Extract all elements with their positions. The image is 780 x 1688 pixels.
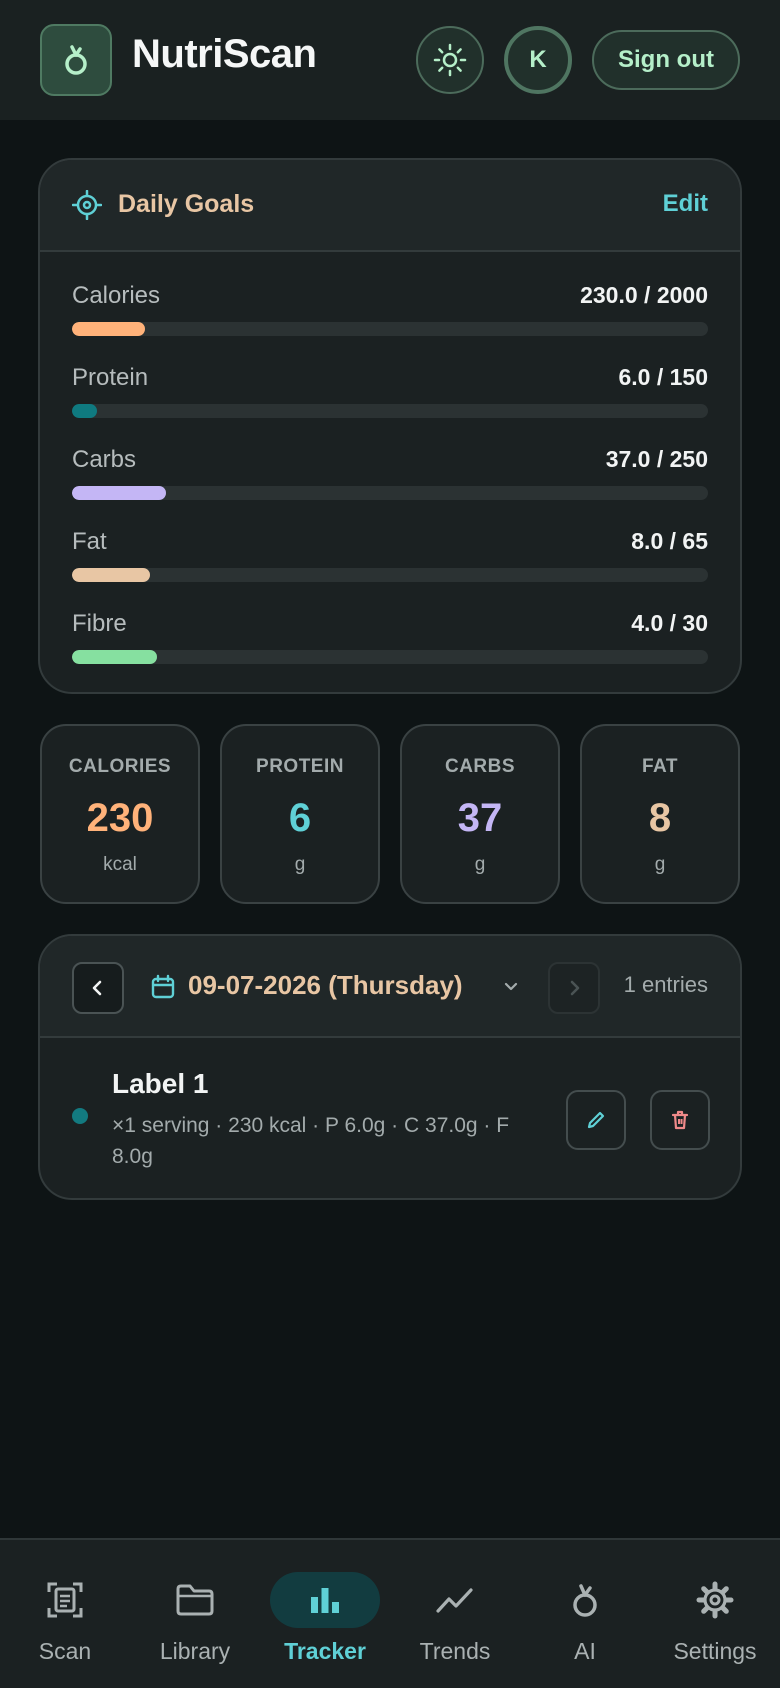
goal-progress-track — [72, 568, 708, 582]
theme-toggle-button[interactable] — [416, 26, 484, 94]
goal-progress-track — [72, 650, 708, 664]
delete-entry-button[interactable] — [650, 1090, 710, 1150]
goal-value: 6.0 / 150 — [618, 364, 708, 390]
goal-row-protein: Protein 6.0 / 150 — [72, 364, 708, 424]
date-navigator: 09-07-2026 (Thursday) 1 entries — [40, 936, 740, 1038]
stat-value: 230 — [86, 796, 154, 840]
edit-entry-button[interactable] — [566, 1090, 626, 1150]
entries-count: 1 entries — [623, 972, 708, 997]
goal-label: Calories — [72, 282, 161, 309]
stat-label: CALORIES — [68, 756, 172, 777]
nav-label: Trends — [419, 1638, 491, 1664]
entry-details: ×1 serving · 230 kcal · P 6.0g · C 37.0g… — [112, 1114, 510, 1168]
stat-protein: PROTEIN 6 g — [220, 724, 380, 904]
daily-goals-card: Daily Goals Edit Calories 230.0 / 2000 P… — [38, 158, 742, 694]
sun-icon — [433, 43, 467, 77]
goal-progress-track — [72, 322, 708, 336]
goal-value: 37.0 / 250 — [605, 446, 708, 472]
goal-progress-fill — [72, 568, 151, 582]
nav-label: Tracker — [284, 1638, 366, 1664]
goal-row-fibre: Fibre 4.0 / 30 — [72, 610, 708, 670]
log-entry: Label 1 ×1 serving · 230 kcal · P 6.0g ·… — [40, 1038, 740, 1198]
stat-unit: kcal — [103, 854, 137, 875]
entry-status-dot — [72, 1108, 88, 1124]
calendar-icon — [151, 974, 175, 999]
nav-label: AI — [574, 1638, 596, 1664]
goal-row-carbs: Carbs 37.0 / 250 — [72, 446, 708, 506]
nav-scan[interactable]: Scan — [0, 1540, 130, 1688]
chevron-left-icon — [92, 980, 102, 996]
stat-value: 37 — [457, 796, 503, 840]
apple-icon — [65, 45, 87, 75]
daily-goals-header: Daily Goals Edit — [40, 160, 740, 252]
previous-day-button[interactable] — [72, 962, 124, 1014]
folder-icon — [176, 1584, 214, 1616]
goal-value: 8.0 / 65 — [631, 528, 708, 554]
app-root: NutriScan K Sign out Daily Goals Edit Ca… — [0, 0, 780, 1688]
nav-label: Settings — [673, 1638, 757, 1664]
stat-label: FAT — [642, 756, 678, 777]
stat-unit: g — [474, 854, 486, 875]
goal-value: 4.0 / 30 — [631, 610, 708, 636]
nav-tracker[interactable]: Tracker — [260, 1540, 390, 1688]
stat-label: PROTEIN — [256, 756, 344, 777]
goal-label: Fat — [72, 528, 107, 555]
entry-name: Label 1 — [112, 1068, 209, 1099]
daily-goals-title: Daily Goals — [118, 190, 255, 218]
bottom-navigation: Scan Library Tracker Trends AI Settings — [0, 1538, 780, 1688]
goal-progress-fill — [72, 486, 167, 500]
nav-label: Scan — [38, 1638, 92, 1664]
goal-progress-fill — [72, 404, 98, 418]
bar-chart-icon — [311, 1588, 339, 1613]
stat-unit: g — [294, 854, 306, 875]
app-logo[interactable] — [40, 24, 112, 96]
goal-row-fat: Fat 8.0 / 65 — [72, 528, 708, 588]
edit-goals-link[interactable]: Edit — [663, 190, 708, 218]
goal-progress-track — [72, 404, 708, 418]
pencil-icon — [587, 1111, 605, 1129]
nav-library[interactable]: Library — [130, 1540, 260, 1688]
goal-progress-fill — [72, 650, 157, 664]
next-day-button[interactable] — [548, 962, 600, 1014]
stat-fat: FAT 8 g — [580, 724, 740, 904]
nav-label: Library — [159, 1638, 231, 1664]
goal-label: Carbs — [72, 446, 137, 473]
apple-icon — [573, 1584, 597, 1617]
goal-value: 230.0 / 2000 — [580, 282, 708, 308]
stat-calories: CALORIES 230 kcal — [40, 724, 200, 904]
scan-icon — [47, 1582, 83, 1618]
food-log-card: 09-07-2026 (Thursday) 1 entries Label 1 … — [38, 934, 742, 1200]
trash-icon — [671, 1110, 689, 1130]
stat-label: CARBS — [444, 756, 516, 777]
chevron-down-icon[interactable] — [502, 978, 520, 996]
stat-value: 6 — [288, 796, 312, 840]
goal-row-calories: Calories 230.0 / 2000 — [72, 282, 708, 342]
goal-label: Protein — [72, 364, 149, 391]
nav-trends[interactable]: Trends — [390, 1540, 520, 1688]
gear-icon — [696, 1581, 734, 1619]
user-avatar[interactable]: K — [504, 26, 572, 94]
app-title: NutriScan — [132, 32, 317, 76]
goal-progress-fill — [72, 322, 146, 336]
trend-line-icon — [436, 1588, 473, 1613]
goal-label: Fibre — [72, 610, 127, 637]
chevron-right-icon — [570, 980, 580, 996]
stat-unit: g — [654, 854, 666, 875]
selected-date[interactable]: 09-07-2026 (Thursday) — [188, 970, 463, 1001]
nav-settings[interactable]: Settings — [650, 1540, 780, 1688]
target-icon — [72, 190, 102, 220]
goal-progress-track — [72, 486, 708, 500]
nav-ai[interactable]: AI — [520, 1540, 650, 1688]
nav-active-pill — [270, 1572, 380, 1628]
sign-out-button[interactable]: Sign out — [592, 30, 740, 90]
stat-value: 8 — [648, 796, 672, 840]
stat-carbs: CARBS 37 g — [400, 724, 560, 904]
top-header: NutriScan K Sign out — [0, 0, 780, 120]
